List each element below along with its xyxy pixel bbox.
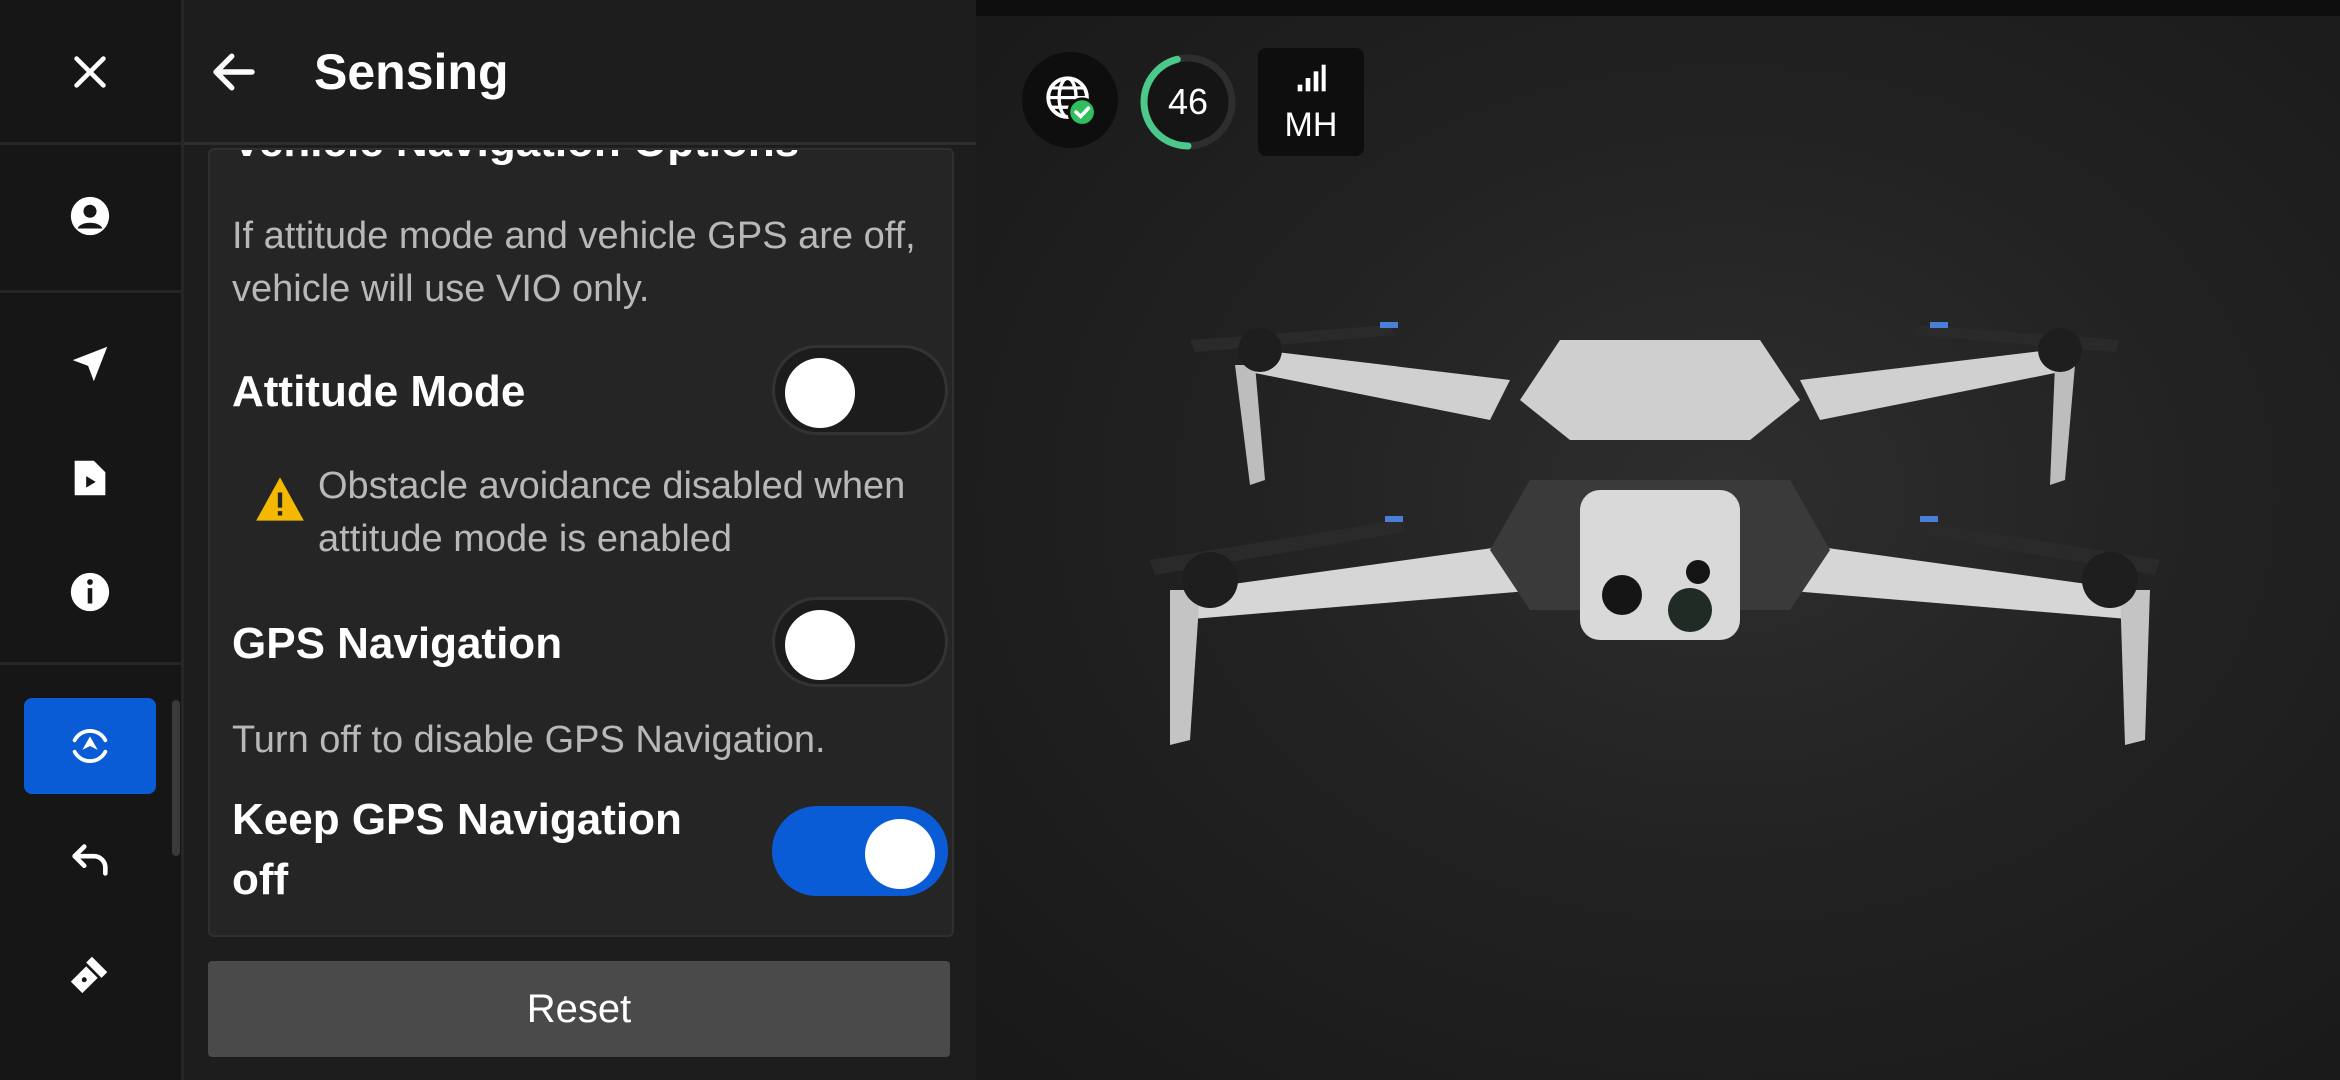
toggle-knob bbox=[785, 610, 855, 680]
warning-text: Obstacle avoidance disabled when attitud… bbox=[318, 465, 906, 560]
back-arrow-icon bbox=[213, 53, 255, 91]
section-description: If attitude mode and vehicle GPS are off… bbox=[232, 215, 916, 310]
flashlight-icon bbox=[70, 956, 108, 994]
flashlight-button[interactable] bbox=[24, 926, 156, 1022]
account-icon bbox=[70, 196, 110, 236]
gps-navigation-toggle[interactable] bbox=[772, 597, 948, 687]
close-button[interactable] bbox=[24, 24, 156, 120]
warning-icon bbox=[256, 477, 304, 521]
gps-description: Turn off to disable GPS Navigation. bbox=[232, 719, 826, 761]
sensing-button[interactable] bbox=[24, 698, 156, 794]
app-screen: Sensing Vehicle Navigation Options If at… bbox=[0, 0, 2340, 1080]
media-button[interactable] bbox=[24, 430, 156, 526]
navigation-arrow-icon bbox=[72, 346, 108, 382]
globe-check-icon bbox=[1046, 76, 1097, 127]
rail-divider bbox=[0, 290, 181, 293]
drone-image bbox=[1150, 322, 2160, 745]
page-title: Sensing bbox=[314, 44, 509, 100]
return-button[interactable] bbox=[24, 812, 156, 908]
gps-navigation-label: GPS Navigation bbox=[232, 619, 563, 668]
rail-divider bbox=[0, 662, 181, 665]
keep-gps-off-toggle[interactable] bbox=[772, 806, 948, 896]
left-rail bbox=[0, 0, 184, 1080]
navigation-options-card: Vehicle Navigation Options If attitude m… bbox=[208, 148, 954, 937]
signal-indicator[interactable]: MH bbox=[1258, 48, 1364, 156]
toggle-knob bbox=[785, 358, 855, 428]
info-icon bbox=[70, 572, 110, 612]
close-icon bbox=[74, 56, 106, 88]
rail-scrollbar[interactable] bbox=[172, 700, 180, 856]
signal-label: MH bbox=[1284, 106, 1338, 144]
battery-value: 46 bbox=[1167, 81, 1209, 122]
attitude-mode-label: Attitude Mode bbox=[232, 367, 526, 416]
sensing-icon bbox=[72, 729, 108, 763]
reset-button[interactable]: Reset bbox=[208, 961, 950, 1057]
attitude-mode-toggle[interactable] bbox=[772, 345, 948, 435]
signal-bars-icon bbox=[1297, 64, 1326, 92]
keep-gps-off-label: Keep GPS Navigation off bbox=[232, 795, 682, 904]
settings-panel: Sensing Vehicle Navigation Options If at… bbox=[184, 0, 976, 1080]
panel-header: Sensing bbox=[184, 0, 976, 145]
navigation-button[interactable] bbox=[24, 316, 156, 412]
section-heading: Vehicle Navigation Options bbox=[232, 150, 799, 170]
battery-indicator[interactable]: 46 bbox=[1138, 52, 1238, 152]
toggle-knob bbox=[865, 819, 935, 889]
rail-divider bbox=[0, 142, 181, 145]
account-button[interactable] bbox=[24, 168, 156, 264]
info-button[interactable] bbox=[24, 544, 156, 640]
media-file-icon bbox=[74, 460, 106, 496]
back-button[interactable] bbox=[204, 38, 264, 106]
return-icon bbox=[72, 844, 108, 876]
gps-status-indicator[interactable] bbox=[1022, 52, 1118, 148]
